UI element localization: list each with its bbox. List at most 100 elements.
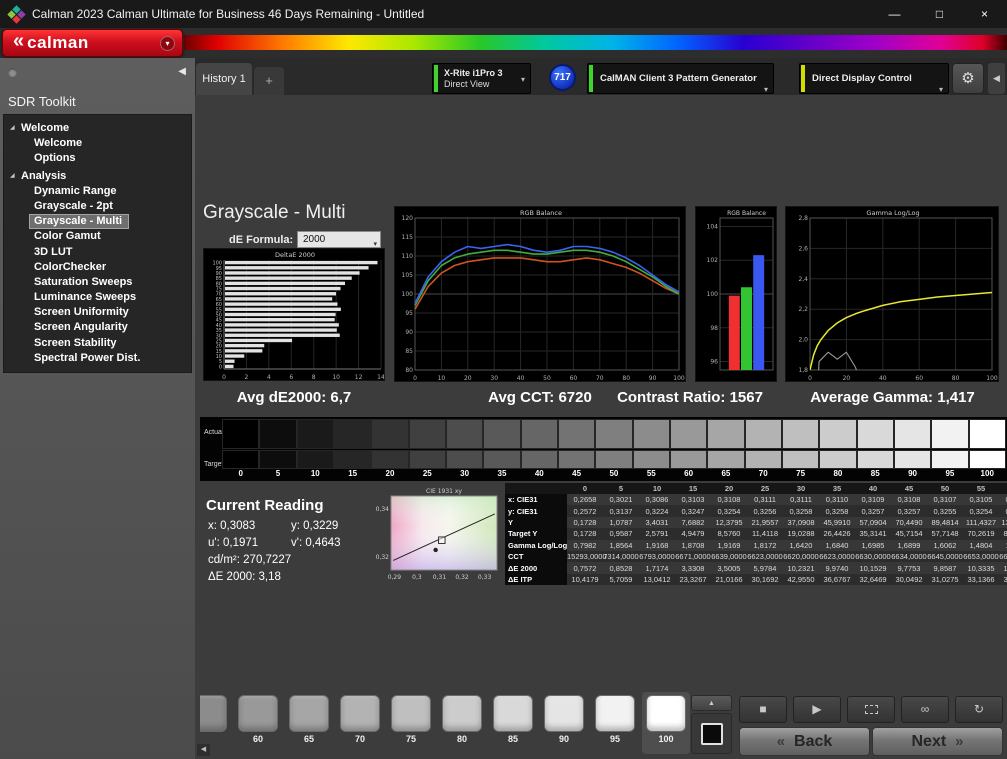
- single-measure-button[interactable]: [847, 696, 895, 723]
- add-tab-button[interactable]: +: [254, 67, 284, 95]
- svg-text:2,0: 2,0: [798, 337, 808, 344]
- sidebar-item-screen-uniformity[interactable]: Screen Uniformity: [4, 305, 191, 320]
- refresh-button[interactable]: ↻: [955, 696, 1003, 723]
- table-column-header: 25: [747, 483, 783, 494]
- pattern-tile-75[interactable]: 75: [387, 692, 435, 754]
- settings-button[interactable]: ⚙: [952, 63, 984, 94]
- swatch-level-label: 40: [534, 469, 544, 478]
- display-control-name: Direct Display Control: [812, 73, 912, 84]
- pattern-tile-60[interactable]: 60: [234, 692, 282, 754]
- table-column-header: 55: [963, 483, 999, 494]
- pattern-tile-70[interactable]: 70: [336, 692, 384, 754]
- sidebar-item-screen-angularity[interactable]: Screen Angularity: [4, 320, 191, 335]
- sidebar-item-3d-lut[interactable]: 3D LUT: [4, 245, 191, 260]
- pattern-tile-100[interactable]: 100: [642, 692, 690, 754]
- swatch-level-label: 0: [238, 469, 243, 478]
- meter-count-badge[interactable]: 717: [549, 64, 576, 91]
- sidebar-item-welcome[interactable]: Welcome: [4, 136, 191, 151]
- scroll-left-icon: ◀: [200, 746, 207, 753]
- pattern-level-label: 100: [658, 734, 674, 744]
- sidebar-item-colorchecker[interactable]: ColorChecker: [4, 260, 191, 275]
- table-column-header: 10: [639, 483, 675, 494]
- svg-text:2,4: 2,4: [798, 276, 808, 283]
- close-button[interactable]: ×: [962, 0, 1007, 28]
- back-button[interactable]: « Back: [739, 727, 870, 756]
- pattern-window-button[interactable]: [691, 713, 732, 754]
- grayscale-column-85: 85: [856, 419, 894, 480]
- meter-name: X-Rite i1Pro 3: [444, 68, 503, 78]
- next-button[interactable]: Next »: [872, 727, 1003, 756]
- sidebar-item-screen-stability[interactable]: Screen Stability: [4, 336, 191, 351]
- pattern-tile-80[interactable]: 80: [438, 692, 486, 754]
- svg-text:0,32: 0,32: [455, 574, 469, 581]
- panel-collapse-button[interactable]: ◀: [988, 63, 1005, 94]
- pattern-level-label: 95: [609, 734, 620, 744]
- svg-text:100: 100: [402, 291, 414, 298]
- grayscale-column-60: 60: [669, 419, 708, 480]
- logo-dropdown-button[interactable]: ▾: [160, 35, 175, 51]
- sidebar-item-dynamic-range[interactable]: Dynamic Range: [4, 184, 191, 199]
- target-swatch: [781, 450, 820, 469]
- reading-v: v': 0,4643: [291, 537, 341, 549]
- actual-swatch: [371, 419, 409, 449]
- workflow-title: SDR Toolkit: [8, 94, 76, 109]
- pattern-level-label: 85: [507, 734, 518, 744]
- de-formula-dropdown[interactable]: 2000 ▾: [297, 231, 381, 248]
- reading-luminance: cd/m²: 270,7227: [208, 554, 292, 566]
- pattern-level-label: 70: [354, 734, 365, 744]
- reading-y: y: 0,3229: [291, 520, 339, 532]
- pattern-scroll-left-button[interactable]: ◀: [197, 744, 210, 756]
- back-chevron-icon: «: [776, 733, 786, 750]
- window-controls: — □ ×: [872, 0, 1007, 28]
- actual-swatch: [781, 419, 820, 449]
- sidebar-item-analysis[interactable]: ◢ Analysis: [4, 169, 191, 184]
- swatch-level-label: 100: [980, 469, 994, 478]
- stat-avg-de: Avg dE2000: 6,7: [236, 389, 352, 406]
- continuous-measure-button[interactable]: ∞: [901, 696, 949, 723]
- sidebar-item-spectral-power-dist[interactable]: Spectral Power Dist.: [4, 351, 191, 366]
- pattern-tile-65[interactable]: 65: [285, 692, 333, 754]
- svg-text:20: 20: [464, 375, 472, 382]
- up-arrow-icon: ▲: [708, 700, 715, 707]
- target-swatch: [333, 450, 372, 469]
- target-swatch: [371, 450, 409, 469]
- sidebar-item-luminance-sweeps[interactable]: Luminance Sweeps: [4, 290, 191, 305]
- pattern-swatch: [238, 695, 278, 732]
- pattern-generator-selector[interactable]: CalMAN Client 3 Pattern Generator ▾: [587, 63, 774, 94]
- swatch-level-label: 10: [310, 469, 320, 478]
- swatch-level-label: 20: [385, 469, 395, 478]
- reading-delta-e: ΔE 2000: 3,18: [208, 571, 281, 583]
- sidebar-item-color-gamut[interactable]: Color Gamut: [4, 229, 191, 244]
- tab-history-1[interactable]: History 1: [196, 63, 252, 95]
- next-chevron-icon: »: [955, 733, 964, 750]
- pattern-tile-85[interactable]: 85: [489, 692, 537, 754]
- sidebar: ◀ SDR Toolkit ◢ Welcome Welcome Options ◢ Ana…: [0, 58, 195, 759]
- actual-swatch: [557, 419, 596, 449]
- actual-swatch: [893, 419, 932, 449]
- calman-logo[interactable]: « calman ▾: [2, 29, 183, 57]
- play-button[interactable]: ▶: [793, 696, 841, 723]
- sidebar-item-saturation-sweeps[interactable]: Saturation Sweeps: [4, 275, 191, 290]
- table-row: y: CIE31 0,2572 0,3137 0,3224 0,3247 0,3254 0,…: [505, 505, 1007, 517]
- sidebar-item-options[interactable]: Options: [4, 151, 191, 166]
- rainbow-strip: [184, 35, 1007, 50]
- sidebar-collapse-button[interactable]: ◀: [178, 66, 186, 77]
- target-swatch: [893, 450, 932, 469]
- sidebar-item-grayscale-2pt[interactable]: Grayscale - 2pt: [4, 199, 191, 214]
- sidebar-item-welcome[interactable]: ◢ Welcome: [4, 121, 191, 136]
- display-control-selector[interactable]: Direct Display Control ▾: [799, 63, 949, 94]
- table-column-header: 0: [567, 483, 603, 494]
- sidebar-item-grayscale-multi[interactable]: Grayscale - Multi: [4, 214, 191, 230]
- table-row: Y 0,1728 1,0787 3,4031 7,6882 12,3795 21,9557 3…: [505, 516, 1007, 529]
- grayscale-column-20: 20: [371, 419, 409, 480]
- pattern-tile-90[interactable]: 90: [540, 692, 588, 754]
- stop-button[interactable]: ■: [739, 696, 787, 723]
- actual-swatch: [483, 419, 521, 449]
- table-row-label: ΔE 2000: [505, 562, 567, 574]
- pattern-tile-95[interactable]: 95: [591, 692, 639, 754]
- meter-selector[interactable]: X-Rite i1Pro 3 Direct View ▾: [432, 63, 531, 94]
- minimize-button[interactable]: —: [872, 0, 917, 28]
- maximize-button[interactable]: □: [917, 0, 962, 28]
- pattern-panel-up-button[interactable]: ▲: [691, 695, 732, 711]
- grayscale-column-30: 30: [445, 419, 484, 480]
